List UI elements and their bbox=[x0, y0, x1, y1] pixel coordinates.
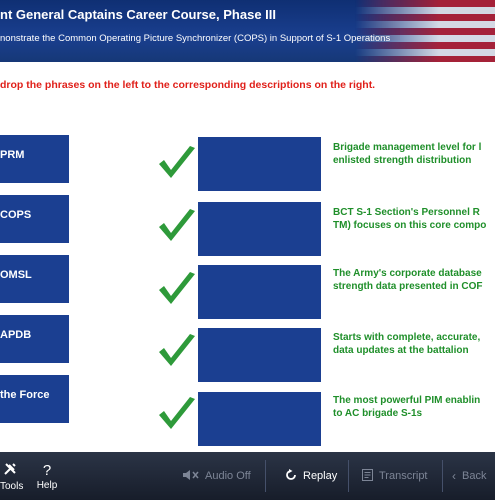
drop-target-5[interactable] bbox=[198, 392, 321, 446]
checkmark-icon bbox=[159, 146, 195, 178]
drag-item-the-force[interactable]: the Force bbox=[0, 375, 69, 423]
help-button[interactable]: ? Help bbox=[34, 462, 60, 491]
description-line: to AC brigade S-1s bbox=[333, 408, 423, 419]
drag-item-label: APDB bbox=[0, 329, 32, 341]
chevron-left-icon: ‹ bbox=[452, 469, 456, 483]
description-2: BCT S-1 Section's Personnel R TM) focuse… bbox=[333, 206, 495, 232]
description-4: Starts with complete, accurate, data upd… bbox=[333, 331, 495, 357]
drag-item-label: COPS bbox=[0, 209, 32, 221]
description-3: The Army's corporate database strength d… bbox=[333, 267, 495, 293]
checkmark-icon bbox=[159, 397, 195, 429]
description-line: strength data presented in COF bbox=[333, 281, 483, 292]
description-line: enlisted strength distribution bbox=[333, 155, 472, 166]
back-button[interactable]: ‹ Back bbox=[452, 452, 486, 500]
help-icon: ? bbox=[42, 462, 52, 479]
drag-item-label: PRM bbox=[0, 149, 25, 161]
back-label: Back bbox=[462, 470, 487, 482]
description-5: The most powerful PIM enablin to AC brig… bbox=[333, 394, 495, 420]
drag-item-omsl[interactable]: OMSL bbox=[0, 255, 69, 303]
footer-divider bbox=[442, 460, 443, 492]
flag-decoration bbox=[355, 0, 495, 62]
description-line: Starts with complete, accurate, bbox=[333, 332, 481, 343]
drop-target-2[interactable] bbox=[198, 202, 321, 256]
drag-item-apdb[interactable]: APDB bbox=[0, 315, 69, 363]
replay-label: Replay bbox=[303, 470, 338, 482]
drop-target-4[interactable] bbox=[198, 328, 321, 382]
audio-off-button[interactable]: Audio Off bbox=[183, 452, 251, 500]
transcript-label: Transcript bbox=[379, 470, 428, 482]
description-line: data updates at the battalion bbox=[333, 345, 469, 356]
tools-label: Tools bbox=[0, 481, 24, 492]
instruction-text: drop the phrases on the left to the corr… bbox=[0, 79, 376, 91]
player-footer: Tools ? Help Audio Off Replay Transcript… bbox=[0, 452, 495, 500]
drop-target-3[interactable] bbox=[198, 265, 321, 319]
description-line: TM) focuses on this core compo bbox=[333, 220, 487, 231]
description-line: Brigade management level for l bbox=[333, 142, 482, 153]
footer-divider bbox=[265, 460, 266, 492]
drop-target-1[interactable] bbox=[198, 137, 321, 191]
speaker-muted-icon bbox=[183, 469, 199, 484]
audio-off-label: Audio Off bbox=[205, 470, 251, 482]
tools-button[interactable]: Tools bbox=[0, 462, 24, 492]
description-1: Brigade management level for l enlisted … bbox=[333, 141, 495, 167]
footer-divider bbox=[348, 460, 349, 492]
description-line: The Army's corporate database bbox=[333, 268, 482, 279]
transcript-button[interactable]: Transcript bbox=[362, 452, 428, 500]
replay-button[interactable]: Replay bbox=[285, 452, 337, 500]
description-line: The most powerful PIM enablin bbox=[333, 395, 481, 406]
description-line: BCT S-1 Section's Personnel R bbox=[333, 207, 480, 218]
drag-item-cops[interactable]: COPS bbox=[0, 195, 69, 243]
checkmark-icon bbox=[159, 272, 195, 304]
replay-icon bbox=[285, 468, 297, 484]
help-label: Help bbox=[36, 480, 58, 491]
drag-item-label: OMSL bbox=[0, 269, 32, 281]
drag-item-label: the Force bbox=[0, 389, 50, 401]
course-title: nt General Captains Career Course, Phase… bbox=[0, 7, 276, 22]
course-header: nt General Captains Career Course, Phase… bbox=[0, 0, 495, 62]
lesson-subtitle: nonstrate the Common Operating Picture S… bbox=[0, 33, 391, 44]
transcript-icon bbox=[362, 468, 373, 484]
checkmark-icon bbox=[159, 334, 195, 366]
checkmark-icon bbox=[159, 209, 195, 241]
tools-icon bbox=[0, 462, 20, 481]
drag-item-prm[interactable]: PRM bbox=[0, 135, 69, 183]
